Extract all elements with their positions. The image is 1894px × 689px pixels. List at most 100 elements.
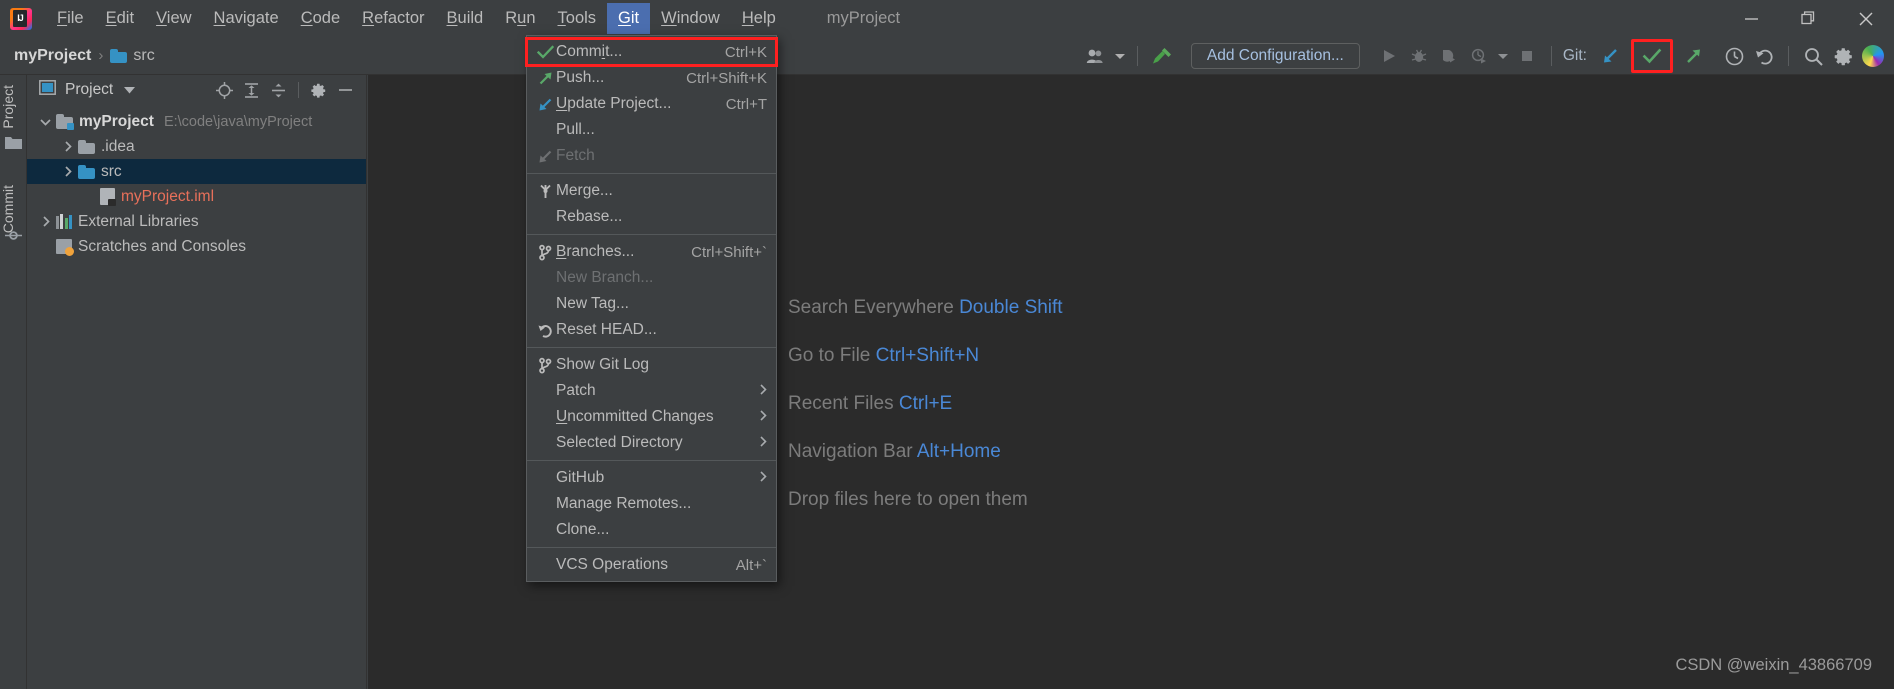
menu-separator — [527, 234, 776, 235]
watermark: CSDN @weixin_43866709 — [1675, 656, 1872, 674]
menu-items: File Edit View Navigate Code Refactor Build Run… — [46, 3, 787, 34]
search-everywhere-icon[interactable] — [1798, 41, 1828, 71]
panel-divider — [298, 82, 299, 98]
tree-node-label: .idea — [101, 137, 135, 155]
tree-node[interactable]: Scratches and Consoles — [27, 234, 366, 259]
menu-item-label: Pull... — [556, 121, 595, 138]
project-tree: myProject E:\code\java\myProject .idea src m… — [27, 109, 366, 259]
git-commit-icon[interactable] — [1637, 41, 1667, 71]
profiler-dropdown-caret-icon[interactable] — [1494, 41, 1512, 71]
menu-separator — [527, 347, 776, 348]
chevron-right-icon[interactable] — [37, 213, 54, 230]
gear-icon[interactable] — [306, 78, 331, 103]
tree-node[interactable]: src — [27, 159, 366, 184]
menu-edit[interactable]: Edit — [95, 3, 145, 34]
git-menu-item-patch[interactable]: Patch — [527, 378, 776, 404]
folder-blue-icon — [110, 48, 128, 63]
add-configuration-button[interactable]: Add Configuration... — [1190, 43, 1360, 69]
git-menu-item-merge[interactable]: Merge... — [527, 178, 776, 204]
menu-code[interactable]: Code — [290, 3, 351, 34]
breadcrumb-current[interactable]: src — [133, 47, 154, 65]
push-arrow-icon — [535, 70, 556, 87]
menu-file[interactable]: File — [46, 3, 95, 34]
git-menu-item-manage-remotes[interactable]: Manage Remotes... — [527, 491, 776, 517]
tree-node[interactable]: myProject E:\code\java\myProject — [27, 109, 366, 134]
hide-panel-icon[interactable] — [333, 78, 358, 103]
menu-item-shortcut: Ctrl+Shift+` — [691, 243, 767, 261]
editor-hint-shortcut: Ctrl+E — [898, 393, 953, 414]
menu-item-label: New Branch... — [556, 269, 654, 286]
menu-item-label: VCS Operations — [556, 556, 668, 573]
git-menu-item-update-project[interactable]: Update Project... Ctrl+T — [527, 91, 776, 117]
sidebar-item-project[interactable]: Project — [0, 79, 27, 135]
breadcrumb-project[interactable]: myProject — [14, 47, 91, 65]
menu-build[interactable]: Build — [436, 3, 495, 34]
chevron-right-icon — [759, 469, 767, 487]
people-dropdown-caret-icon[interactable] — [1112, 41, 1128, 71]
restore-button[interactable] — [1780, 0, 1837, 37]
target-icon[interactable] — [212, 78, 237, 103]
menu-item-shortcut: Ctrl+T — [725, 95, 767, 113]
menu-tools[interactable]: Tools — [547, 3, 608, 34]
tree-node-label: External Libraries — [78, 212, 199, 230]
chevron-down-icon[interactable] — [124, 81, 136, 99]
menu-window[interactable]: Window — [650, 3, 731, 34]
git-menu-item-rebase[interactable]: Rebase... — [527, 204, 776, 230]
branch-icon — [535, 244, 556, 261]
git-update-project-icon[interactable] — [1595, 41, 1625, 71]
expand-all-icon[interactable] — [239, 78, 264, 103]
breadcrumb-separator: › — [98, 47, 104, 64]
menu-item-label: GitHub — [556, 469, 605, 486]
chevron-right-icon[interactable] — [59, 138, 76, 155]
menu-separator — [527, 547, 776, 548]
window-title: myProject — [826, 9, 901, 27]
scratches-icon — [56, 239, 74, 256]
git-menu-item-commit[interactable]: Commit... Ctrl+K — [525, 37, 778, 67]
project-panel-title: Project — [65, 81, 114, 98]
menu-help[interactable]: Help — [731, 3, 787, 34]
menu-item-label: Patch — [556, 382, 596, 399]
project-icon — [5, 135, 22, 152]
tree-node[interactable]: External Libraries — [27, 209, 366, 234]
people-icon[interactable] — [1082, 41, 1112, 71]
git-menu-item-branches[interactable]: Branches... Ctrl+Shift+` — [527, 239, 776, 265]
git-menu-item-vcs-operations[interactable]: VCS Operations Alt+` — [527, 552, 776, 578]
minimize-button[interactable] — [1723, 0, 1780, 37]
git-menu-item-reset-head[interactable]: Reset HEAD... — [527, 317, 776, 343]
close-button[interactable] — [1837, 0, 1894, 37]
menu-git[interactable]: Git — [607, 3, 651, 34]
git-menu-item-selected-directory[interactable]: Selected Directory — [527, 430, 776, 456]
menu-navigate[interactable]: Navigate — [203, 3, 290, 34]
editor-hint-text: Recent Files — [788, 393, 894, 414]
git-menu-item-push[interactable]: Push... Ctrl+Shift+K — [527, 65, 776, 91]
git-menu-item-new-tag[interactable]: New Tag... — [527, 291, 776, 317]
chevron-right-icon — [759, 382, 767, 400]
user-avatar[interactable] — [1858, 41, 1888, 71]
git-label: Git: — [1562, 47, 1587, 64]
git-commit-highlight-box — [1631, 39, 1673, 73]
settings-gear-icon[interactable] — [1828, 41, 1858, 71]
chevron-down-icon[interactable] — [37, 113, 54, 130]
menu-item-label: Commit... — [556, 43, 623, 60]
git-menu-item-clone[interactable]: Clone... — [527, 517, 776, 543]
history-icon[interactable] — [1719, 41, 1749, 71]
git-dropdown-menu: Commit... Ctrl+K Push... Ctrl+Shift+K Update… — [525, 35, 778, 582]
git-menu-item-show-git-log[interactable]: Show Git Log — [527, 352, 776, 378]
collapse-all-icon[interactable] — [266, 78, 291, 103]
project-panel-actions — [212, 78, 358, 103]
sidebar-item-project-label: Project — [0, 85, 16, 129]
undo-icon[interactable] — [1749, 41, 1779, 71]
tree-node[interactable]: myProject.iml — [27, 184, 366, 209]
git-menu-item-uncommitted-changes[interactable]: Uncommitted Changes — [527, 404, 776, 430]
editor-hint-shortcut: Ctrl+Shift+N — [875, 345, 980, 366]
git-push-icon[interactable] — [1679, 41, 1709, 71]
menu-item-label: Branches... — [556, 243, 635, 260]
menu-run[interactable]: Run — [494, 3, 546, 34]
chevron-right-icon[interactable] — [59, 163, 76, 180]
menu-view[interactable]: View — [145, 3, 202, 34]
git-menu-item-github[interactable]: GitHub — [527, 465, 776, 491]
menu-refactor[interactable]: Refactor — [351, 3, 435, 34]
tree-node[interactable]: .idea — [27, 134, 366, 159]
git-menu-item-pull[interactable]: Pull... — [527, 117, 776, 143]
build-hammer-icon[interactable] — [1147, 41, 1177, 71]
